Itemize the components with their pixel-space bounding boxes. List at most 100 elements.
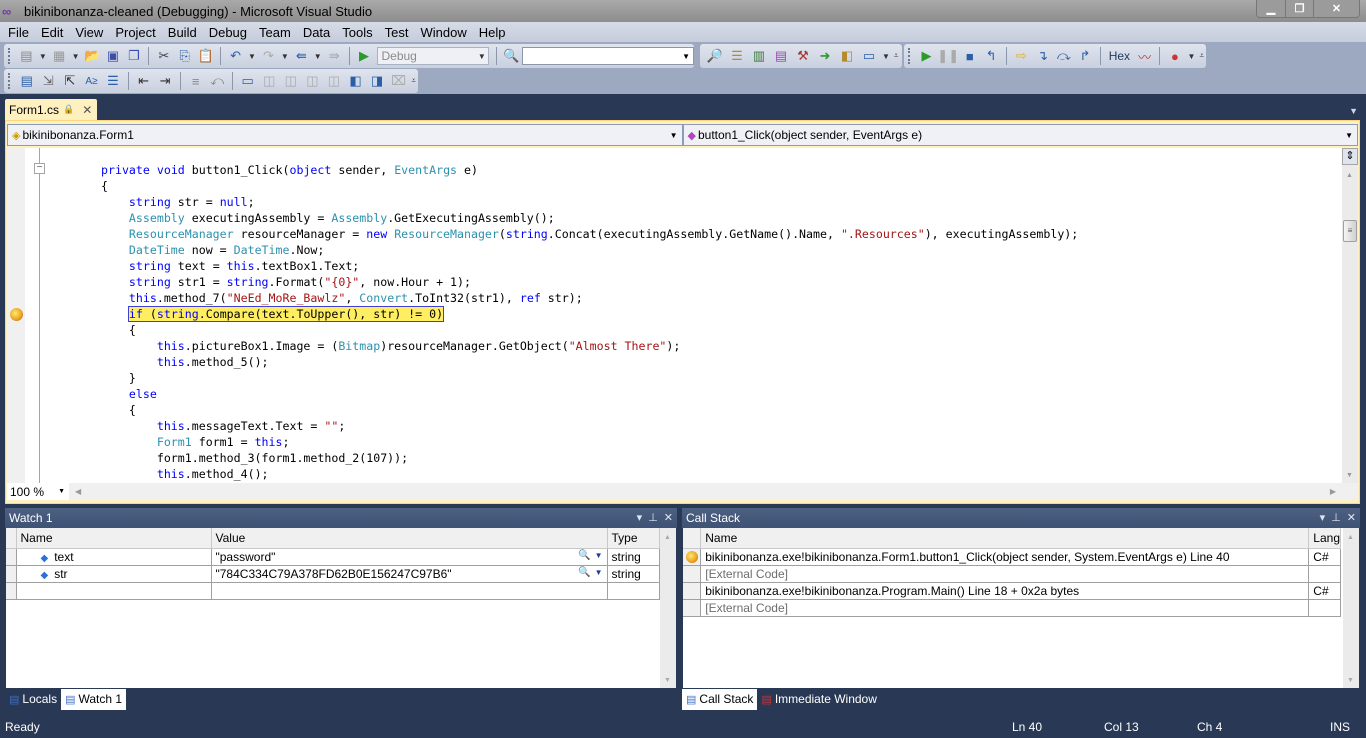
code-line[interactable]: Form1 form1 = this;: [101, 434, 1078, 450]
code-text[interactable]: private void button1_Click(object sender…: [101, 162, 1078, 482]
close-button[interactable]: ✕: [1313, 0, 1359, 17]
code-line[interactable]: ResourceManager resourceManager = new Re…: [101, 226, 1078, 242]
frame-name[interactable]: [External Code]: [700, 565, 1310, 583]
toolbar-options-icon[interactable]: ⩡: [411, 76, 416, 86]
restart-icon[interactable]: ↰: [982, 47, 999, 65]
menu-team[interactable]: Team: [253, 25, 297, 40]
undo-icon[interactable]: ↶: [227, 47, 244, 65]
cut-icon[interactable]: ✂: [155, 47, 172, 65]
new-project-dropdown[interactable]: ▼: [39, 52, 47, 61]
code-line[interactable]: DateTime now = DateTime.Now;: [101, 242, 1078, 258]
active-files-dropdown-icon[interactable]: ▼: [1349, 106, 1358, 116]
visualizer-magnifier-icon[interactable]: 🔍: [578, 567, 590, 578]
code-line[interactable]: {: [101, 322, 1078, 338]
navigate-forward-icon[interactable]: ⇛: [326, 47, 343, 65]
complete-word-icon[interactable]: A≥: [83, 72, 101, 90]
toolbar-grip[interactable]: [908, 48, 912, 64]
column-header-type[interactable]: Type: [607, 528, 660, 549]
add-item-dropdown[interactable]: ▼: [72, 52, 80, 61]
restore-button[interactable]: ❐: [1285, 0, 1313, 17]
tab-call-stack[interactable]: ▤ Call Stack: [682, 688, 758, 710]
vertical-scrollbar[interactable]: ⇕ ▲ ≡ ▼: [1342, 148, 1358, 483]
increase-indent-icon[interactable]: ⇥: [156, 72, 174, 90]
tab-immediate-window[interactable]: ▤ Immediate Window: [757, 689, 880, 710]
code-line[interactable]: string str1 = string.Format("{0}", now.H…: [101, 274, 1078, 290]
navigate-backward-icon[interactable]: ⇚: [293, 47, 310, 65]
watch-row[interactable]: ◆ str "784C334C79A378FD62B0E156247C97B6" 🔍…: [6, 565, 660, 583]
scroll-down-icon[interactable]: ▼: [1347, 677, 1354, 684]
call-stack-row[interactable]: [External Code]: [683, 599, 1341, 617]
toolbar-grip[interactable]: [8, 73, 12, 89]
column-header-name[interactable]: Name: [700, 528, 1310, 549]
parameter-info-icon[interactable]: ☰: [104, 72, 122, 90]
code-line[interactable]: }: [101, 370, 1078, 386]
column-header-value[interactable]: Value: [211, 528, 608, 549]
pin-icon[interactable]: ⊥: [648, 511, 658, 524]
code-line[interactable]: {: [101, 402, 1078, 418]
close-icon[interactable]: ✕: [1347, 511, 1356, 524]
code-line[interactable]: this.pictureBox1.Image = (Bitmap)resourc…: [101, 338, 1078, 354]
next-bookmark-in-document-icon[interactable]: ◨: [368, 72, 386, 90]
stop-debugging-icon[interactable]: ■: [961, 47, 978, 65]
save-all-icon[interactable]: ❐: [125, 47, 142, 65]
toolbar-options-icon[interactable]: ⩡: [894, 51, 899, 61]
window-position-icon[interactable]: ▾: [1320, 511, 1326, 524]
toolbox-icon[interactable]: ▤: [772, 47, 790, 65]
code-line[interactable]: string str = null;: [101, 194, 1078, 210]
new-watch-name-input[interactable]: [16, 582, 212, 600]
zoom-combo[interactable]: 100 % ▼: [7, 483, 69, 500]
breakpoints-window-icon[interactable]: ●: [1166, 47, 1183, 65]
comment-out-icon[interactable]: ≡: [187, 72, 205, 90]
scroll-down-icon[interactable]: ▼: [1346, 472, 1353, 479]
toggle-bookmark-icon[interactable]: ▭: [239, 72, 257, 90]
next-bookmark-icon[interactable]: ◫: [282, 72, 300, 90]
object-browser-icon[interactable]: ▥: [750, 47, 768, 65]
code-line[interactable]: if (string.Compare(text.ToUpper(), str) …: [101, 306, 1078, 322]
show-threads-icon[interactable]: 〰: [1136, 47, 1153, 65]
hex-display-toggle[interactable]: Hex: [1105, 49, 1134, 63]
code-line[interactable]: {: [101, 178, 1078, 194]
watch-value-cell[interactable]: "password" 🔍 ▼: [211, 548, 608, 566]
minimize-button[interactable]: ▁: [1257, 0, 1285, 17]
tab-form1-cs[interactable]: Form1.cs 🔒 ✕: [5, 99, 97, 120]
new-project-icon[interactable]: ▤: [18, 47, 35, 65]
solution-configuration-select[interactable]: Debug ▼: [377, 47, 489, 65]
frame-name[interactable]: [External Code]: [700, 599, 1310, 617]
navigate-dropdown[interactable]: ▼: [314, 52, 322, 61]
previous-bookmark-in-folder-icon[interactable]: ◫: [304, 72, 322, 90]
toolbar-options-icon[interactable]: ⩡: [1199, 51, 1204, 61]
properties-icon[interactable]: ☰: [728, 47, 746, 65]
frame-name[interactable]: bikinibonanza.exe!bikinibonanza.Form1.bu…: [700, 548, 1310, 566]
open-file-icon[interactable]: 📂: [84, 47, 101, 65]
display-object-member-list-icon[interactable]: ▤: [18, 72, 36, 90]
watch-name-cell[interactable]: ◆ str: [16, 565, 212, 583]
menu-project[interactable]: Project: [109, 25, 161, 40]
visualizer-magnifier-icon[interactable]: 🔍: [578, 550, 590, 561]
add-item-icon[interactable]: ▦: [51, 47, 68, 65]
start-page-icon[interactable]: ➜: [816, 47, 834, 65]
extension-manager-icon[interactable]: ⚒: [794, 47, 812, 65]
collapse-icon[interactable]: −: [34, 163, 45, 174]
code-line[interactable]: private void button1_Click(object sender…: [101, 162, 1078, 178]
code-line[interactable]: this.method_4();: [101, 466, 1078, 482]
paste-icon[interactable]: 📋: [197, 47, 214, 65]
visualizer-dropdown-icon[interactable]: ▼: [595, 551, 603, 560]
call-stack-row[interactable]: [External Code]: [683, 565, 1341, 583]
watch-value-cell[interactable]: "784C334C79A378FD62B0E156247C97B6" 🔍 ▼: [211, 565, 608, 583]
previous-bookmark-icon[interactable]: ◫: [260, 72, 278, 90]
menu-debug[interactable]: Debug: [203, 25, 253, 40]
call-stack-row[interactable]: bikinibonanza.exe!bikinibonanza.Program.…: [683, 582, 1341, 600]
break-all-icon[interactable]: ❚❚: [937, 47, 959, 65]
breakpoints-dropdown[interactable]: ▼: [1188, 52, 1196, 61]
menu-data[interactable]: Data: [297, 25, 336, 40]
undo-dropdown[interactable]: ▼: [248, 52, 256, 61]
class-view-icon[interactable]: ◧: [838, 47, 856, 65]
command-window-icon[interactable]: ▭: [860, 47, 878, 65]
window-position-icon[interactable]: ▾: [637, 511, 643, 524]
close-icon[interactable]: ✕: [664, 511, 673, 524]
scroll-right-icon[interactable]: ▶: [1330, 487, 1336, 496]
toolbar-grip[interactable]: [8, 48, 12, 64]
column-header-name[interactable]: Name: [16, 528, 212, 549]
save-icon[interactable]: ▣: [105, 47, 122, 65]
step-out-icon[interactable]: ↱: [1076, 47, 1093, 65]
